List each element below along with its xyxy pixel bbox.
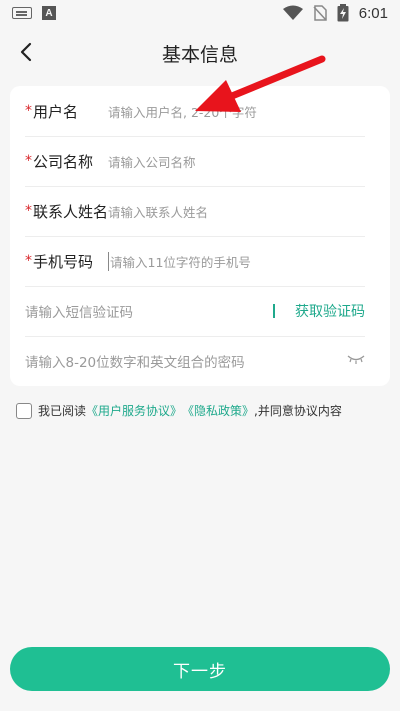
company-label: 公司名称: [33, 152, 94, 171]
agreement-prefix: 我已阅读: [38, 404, 87, 418]
user-agreement-link[interactable]: 《用户服务协议》: [86, 402, 182, 419]
username-label: 用户名: [33, 102, 79, 121]
username-input[interactable]: 请输入用户名, 2-20个字符: [108, 102, 257, 121]
required-mark: *: [25, 253, 32, 269]
a-notification-icon: A: [42, 6, 56, 20]
get-code-button[interactable]: 获取验证码: [295, 301, 365, 321]
divider: [273, 304, 275, 318]
battery-charging-icon: [337, 4, 349, 22]
wifi-icon: [282, 5, 303, 20]
sms-row: 请输入短信验证码 获取验证码: [25, 286, 365, 337]
page-title: 基本信息: [161, 44, 238, 66]
next-step-button[interactable]: 下一步: [10, 647, 390, 691]
status-time: 6:01: [358, 4, 388, 22]
registration-form: * 用户名 请输入用户名, 2-20个字符 * 公司名称 请输入公司名称 * 联…: [10, 86, 390, 386]
required-mark: *: [25, 103, 32, 119]
company-row: * 公司名称 请输入公司名称: [25, 136, 365, 187]
contact-input[interactable]: 请输入联系人姓名: [108, 202, 208, 221]
password-input[interactable]: 请输入8-20位数字和英文组合的密码: [25, 351, 245, 371]
phone-input[interactable]: 请输入11位字符的手机号: [108, 251, 251, 271]
agreement-suffix: ,并同意协议内容: [254, 404, 342, 418]
required-mark: *: [25, 203, 32, 219]
agreement-checkbox[interactable]: [16, 402, 32, 419]
keyboard-icon: [12, 7, 32, 19]
contact-label: 联系人姓名: [33, 202, 109, 221]
password-row: 请输入8-20位数字和英文组合的密码: [25, 336, 365, 386]
phone-label: 手机号码: [33, 252, 94, 271]
username-row: * 用户名 请输入用户名, 2-20个字符: [25, 86, 365, 137]
status-bar: A 6:01: [0, 0, 400, 28]
phone-row: * 手机号码 请输入11位字符的手机号: [25, 236, 365, 287]
eye-closed-icon[interactable]: [347, 352, 365, 366]
no-sim-icon: [313, 5, 327, 21]
privacy-policy-link[interactable]: 《隐私政策》: [182, 402, 254, 419]
required-mark: *: [25, 153, 32, 169]
sms-code-input[interactable]: 请输入短信验证码: [25, 301, 133, 321]
app-header: 基本信息: [0, 28, 400, 76]
agreement-row: 我已阅读 《用户服务协议》 《隐私政策》 ,并同意协议内容: [16, 402, 342, 419]
contact-row: * 联系人姓名 请输入联系人姓名: [25, 186, 365, 237]
company-input[interactable]: 请输入公司名称: [108, 152, 196, 171]
